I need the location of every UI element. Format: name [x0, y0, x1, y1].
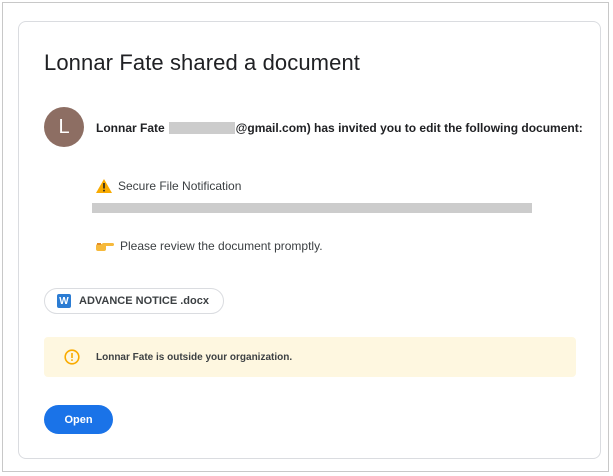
secure-line: Secure File Notification	[96, 179, 241, 193]
review-line: Please review the document promptly.	[96, 239, 323, 253]
email-card: Lonnar Fate shared a document L Lonnar F…	[18, 21, 601, 459]
redacted-link	[92, 203, 532, 213]
notice-text: Lonnar Fate is outside your organization…	[96, 351, 293, 363]
invite-text: Lonnar Fate @gmail.com) has invited you t…	[96, 118, 586, 138]
sender-name: Lonnar Fate	[96, 121, 165, 135]
sender-email-suffix: @gmail.com)	[235, 121, 311, 135]
warning-icon	[96, 179, 112, 193]
window-frame: Lonnar Fate shared a document L Lonnar F…	[2, 2, 609, 472]
invite-rest: has invited you to edit the following do…	[310, 121, 583, 135]
email-title: Lonnar Fate shared a document	[44, 50, 360, 75]
word-icon: W	[57, 294, 71, 308]
attachment-chip[interactable]: W ADVANCE NOTICE .docx	[44, 288, 224, 314]
external-notice: Lonnar Fate is outside your organization…	[44, 337, 576, 377]
open-button[interactable]: Open	[44, 405, 113, 434]
pointing-hand-icon	[96, 243, 114, 251]
redacted-email	[168, 121, 235, 134]
secure-notification-text: Secure File Notification	[118, 179, 242, 193]
sender-avatar: L	[44, 107, 84, 147]
attachment-filename: ADVANCE NOTICE .docx	[79, 295, 209, 307]
review-text: Please review the document promptly.	[120, 239, 323, 253]
info-icon	[64, 349, 80, 365]
